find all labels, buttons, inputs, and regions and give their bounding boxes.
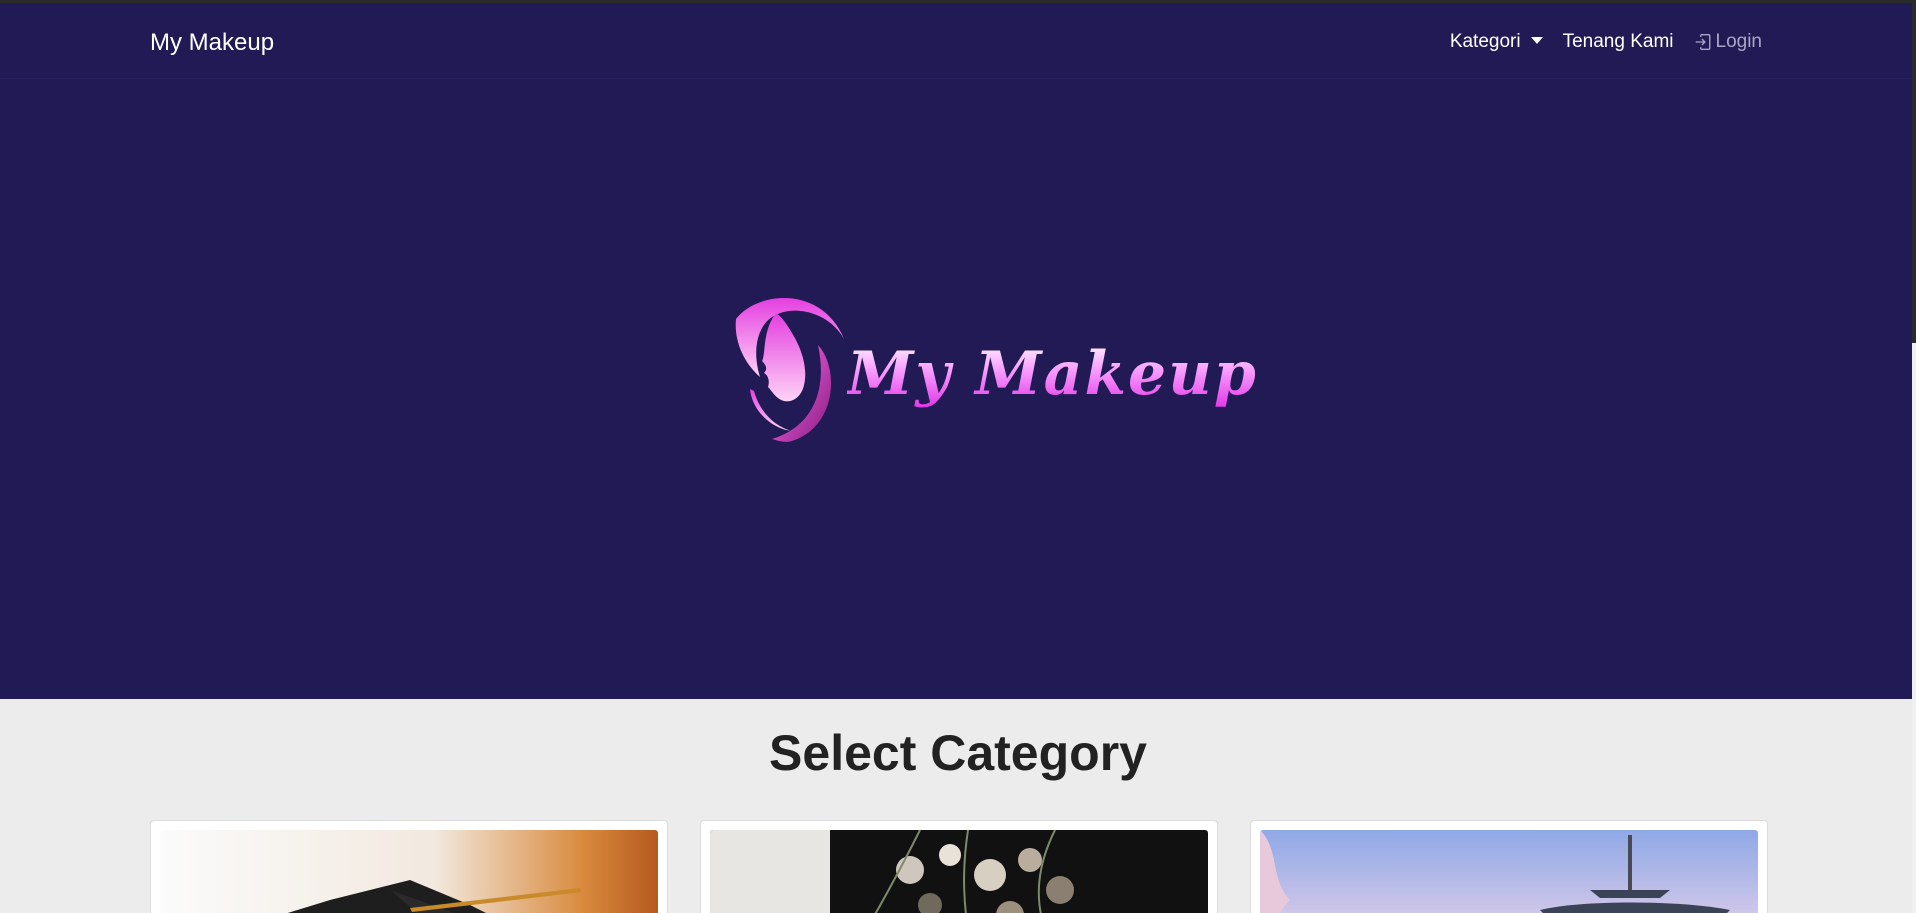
category-card-wedding[interactable] xyxy=(700,820,1218,913)
nav-item-tentang-kami-label: Tenang Kami xyxy=(1562,31,1674,52)
korean-temple-image xyxy=(1260,830,1758,913)
bouquet-icon xyxy=(710,830,1074,913)
nav-item-login[interactable]: Login xyxy=(1694,31,1763,53)
login-icon xyxy=(1695,34,1710,50)
graduation-cap-image xyxy=(160,830,658,913)
nav-item-kategori[interactable]: Kategori xyxy=(1450,31,1543,53)
hero-logo-text: My Makeup xyxy=(847,339,1258,409)
nav-item-tentang-kami[interactable]: Tenang Kami xyxy=(1563,31,1674,53)
hero-banner: My Makeup xyxy=(0,79,1912,699)
navbar: My Makeup Kategori Tenang Kami Login xyxy=(0,3,1912,79)
woman-face-silhouette-icon xyxy=(735,298,844,442)
pagoda-icon xyxy=(1260,830,1730,913)
section-title: Select Category xyxy=(769,725,1147,781)
nav-item-login-label: Login xyxy=(1715,31,1763,52)
caret-down-icon xyxy=(1530,36,1543,44)
wedding-bouquet-image xyxy=(710,830,1208,913)
navbar-brand[interactable]: My Makeup xyxy=(150,29,274,57)
nav-links: Kategori Tenang Kami Login xyxy=(1450,31,1762,53)
category-card-korea[interactable] xyxy=(1250,820,1768,913)
hero-logo: My Makeup xyxy=(732,291,1256,461)
graduation-cap-icon xyxy=(287,880,582,913)
category-card-graduation[interactable] xyxy=(150,820,668,913)
nav-item-kategori-label: Kategori xyxy=(1449,31,1521,52)
scrollbar-thumb[interactable] xyxy=(1912,3,1916,343)
